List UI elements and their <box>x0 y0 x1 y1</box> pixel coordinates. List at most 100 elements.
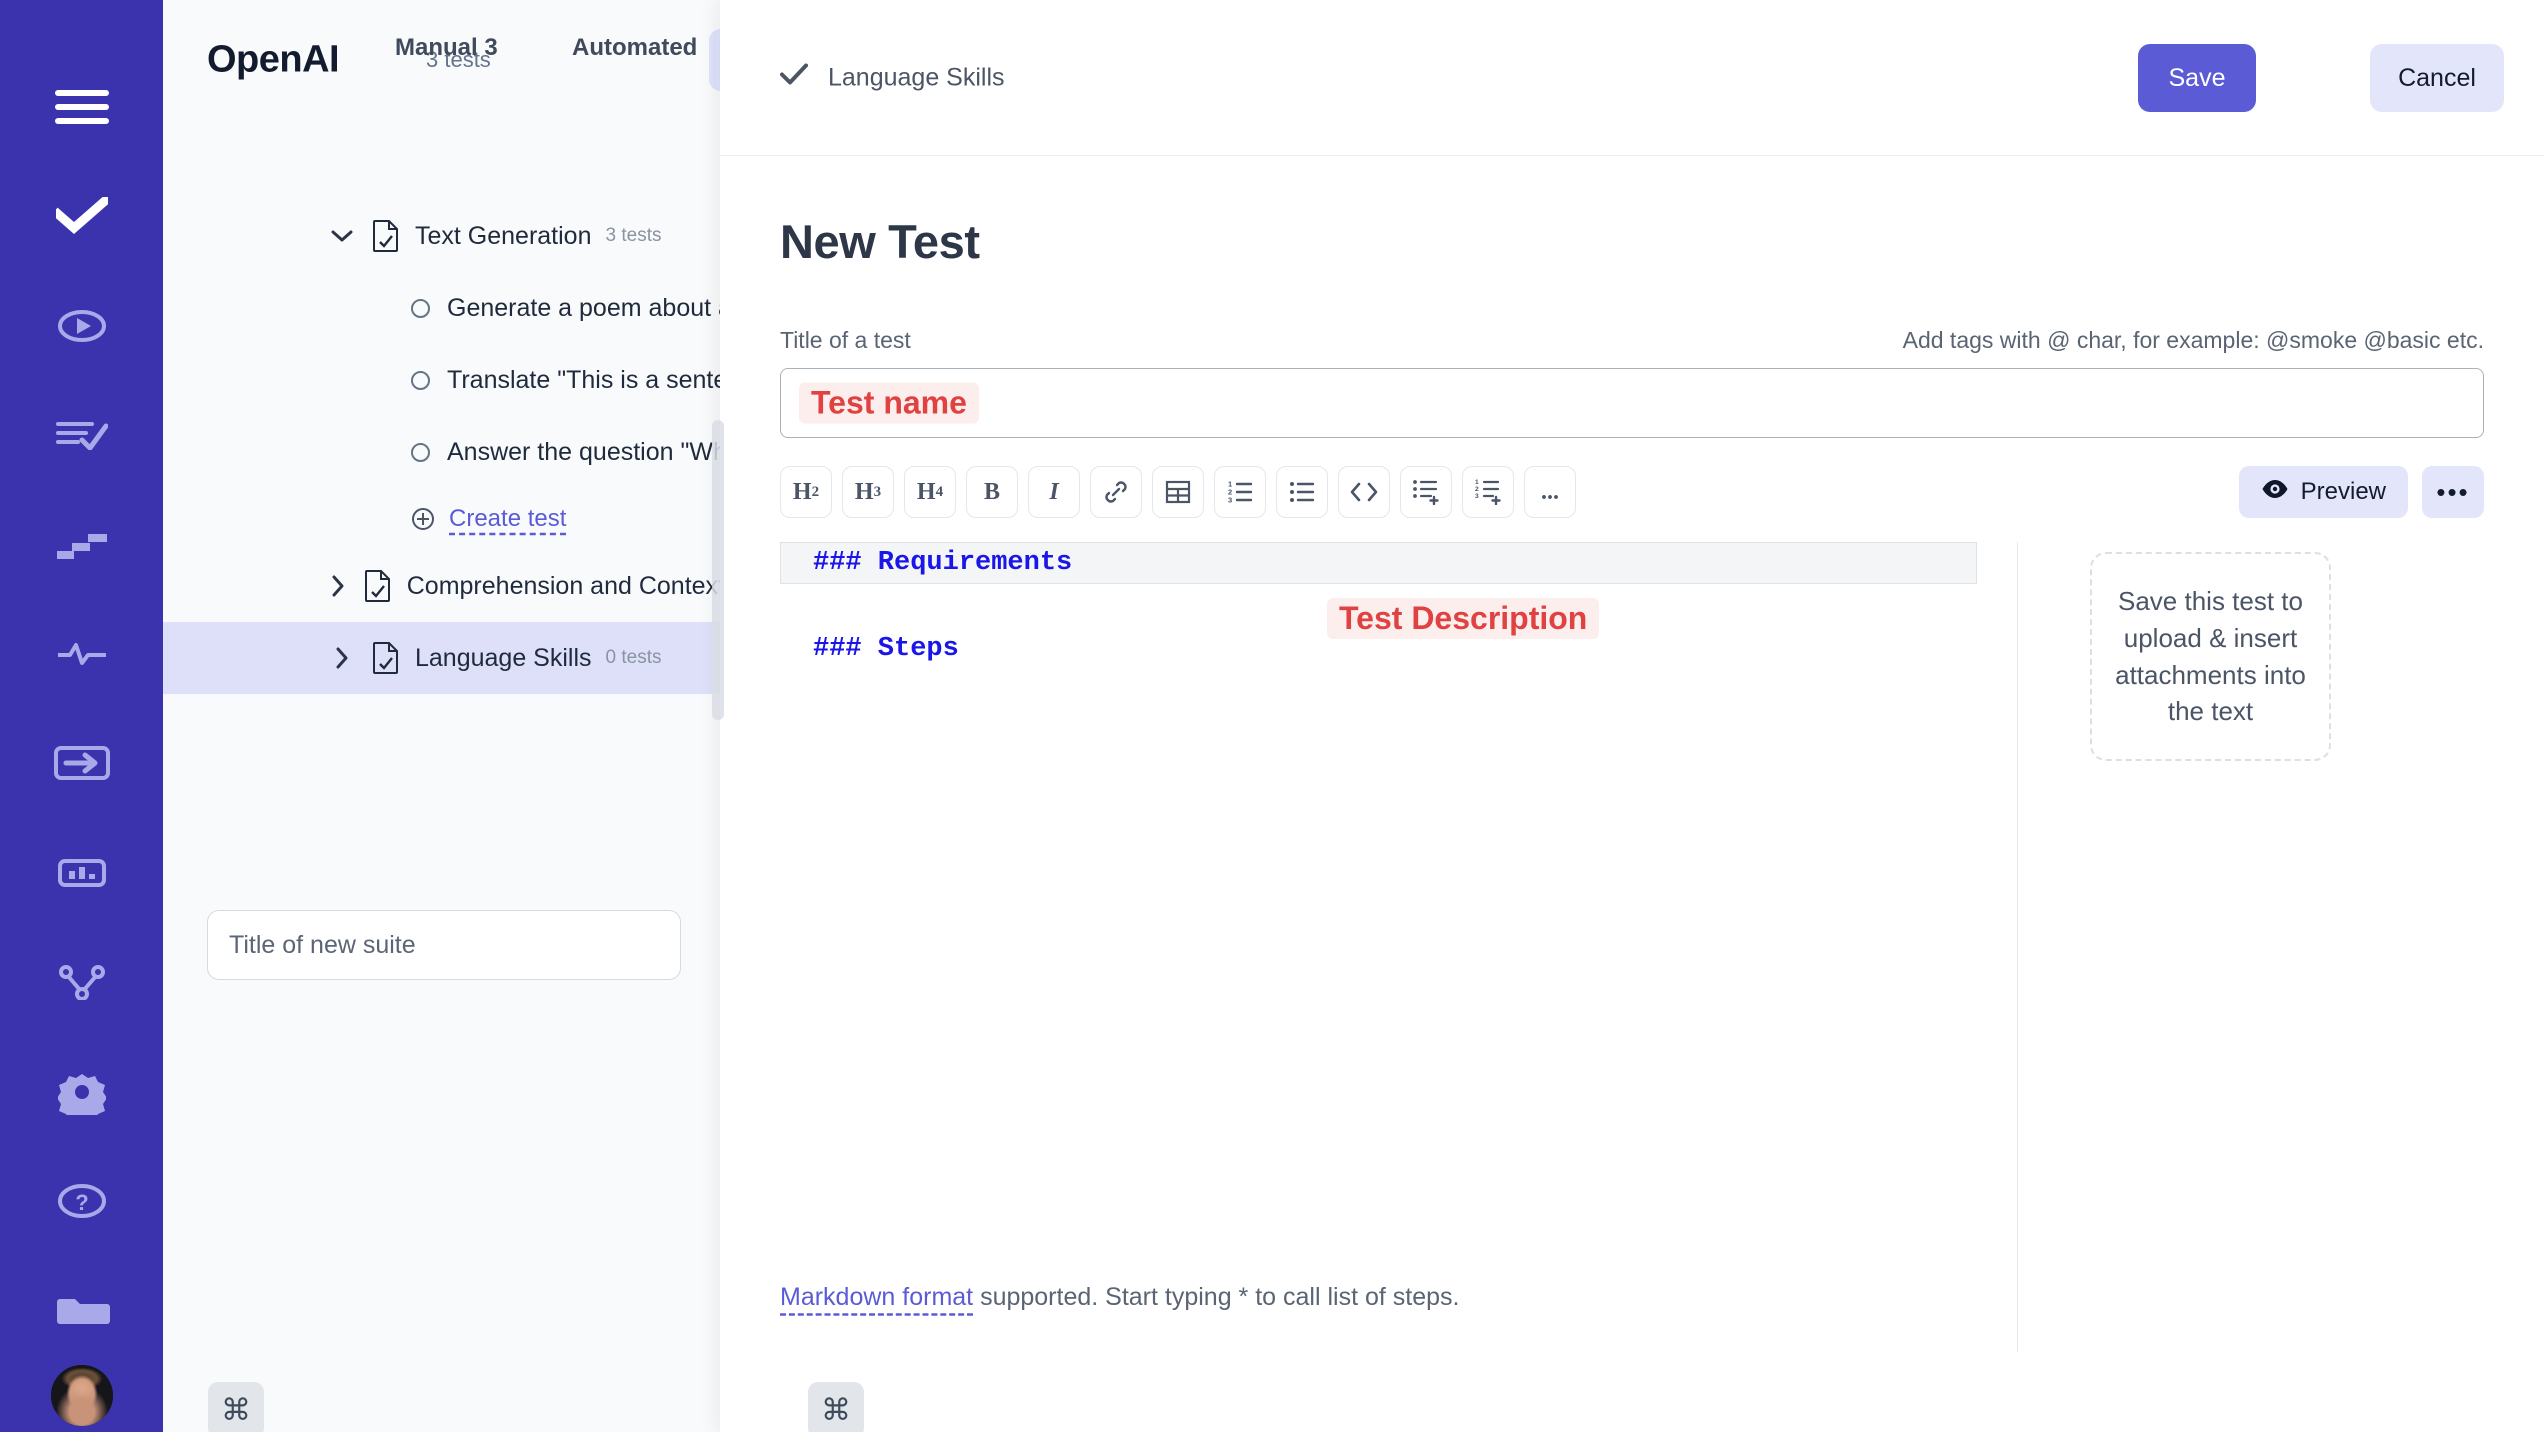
chart-icon[interactable] <box>0 818 163 927</box>
suite-file-icon <box>373 220 399 252</box>
app-root: ? OpenAI 3 tests [Esc] Manu <box>0 0 2544 1432</box>
tab-manual[interactable]: Manual 3 <box>395 34 498 62</box>
user-avatar[interactable] <box>51 1365 113 1426</box>
new-suite-field-wrap <box>163 910 725 980</box>
markdown-footer-rest: supported. Start typing * to call list o… <box>973 1283 1459 1311</box>
test-row[interactable]: Translate "This is a sentence <box>163 344 725 416</box>
plus-circle-icon <box>411 507 435 531</box>
import-icon[interactable] <box>0 709 163 818</box>
bold-button[interactable]: B <box>966 466 1018 518</box>
command-key-badge-editor: ⌘ <box>808 1382 864 1432</box>
suite-title: Text Generation <box>415 222 592 251</box>
test-status-icon <box>411 443 430 462</box>
table-icon[interactable] <box>1152 466 1204 518</box>
create-test-label: Create test <box>449 505 566 533</box>
suite-file-icon <box>373 642 399 674</box>
markdown-footer-hint: Markdown format supported. Start typing … <box>780 1283 1459 1312</box>
play-circle-icon[interactable] <box>0 271 163 380</box>
test-row[interactable]: Generate a poem about a cat <box>163 272 725 344</box>
code-icon[interactable] <box>1338 466 1390 518</box>
tab-automated[interactable]: Automated <box>572 34 697 62</box>
svg-text:3: 3 <box>1228 496 1232 505</box>
suite-title: Comprehension and Context <box>407 572 725 601</box>
project-title: OpenAI <box>207 39 339 82</box>
tab-automated-label: Automated <box>572 34 697 61</box>
editor-toolbar: H2 H3 H4 B I 123 <box>780 466 2484 518</box>
test-title-input[interactable]: Test name <box>780 368 2484 438</box>
svg-text:3: 3 <box>1475 493 1479 500</box>
test-status-icon <box>411 299 430 318</box>
test-status-icon <box>411 371 430 390</box>
annotation-test-description: Test Description <box>1327 598 1599 639</box>
gear-icon[interactable] <box>0 1037 163 1146</box>
primary-nav-rail: ? <box>0 0 163 1432</box>
drawer-body: New Test Title of a test Add tags with @… <box>720 214 2544 1352</box>
italic-button[interactable]: I <box>1028 466 1080 518</box>
chevron-right-icon[interactable] <box>329 647 355 669</box>
attachments-hint: Save this test to upload & insert attach… <box>2110 583 2311 731</box>
editor-more-button[interactable]: ••• <box>2422 466 2484 518</box>
suite-title: Language Skills <box>415 644 592 673</box>
suite-tree: Text Generation 3 tests Generate a poem … <box>163 200 725 694</box>
preview-button[interactable]: Preview <box>2239 466 2408 518</box>
suite-row-text-generation[interactable]: Text Generation 3 tests <box>163 200 725 272</box>
suite-file-icon <box>365 570 391 602</box>
title-field-labels: Title of a test Add tags with @ char, fo… <box>780 327 2484 354</box>
add-ordered-list-icon[interactable]: 123 <box>1462 466 1514 518</box>
toolbar-more-button[interactable]: ... <box>1524 466 1576 518</box>
attachments-dropzone[interactable]: Save this test to upload & insert attach… <box>2090 552 2331 761</box>
checklist-icon[interactable] <box>0 380 163 489</box>
cancel-button[interactable]: Cancel <box>2370 44 2504 112</box>
breadcrumb: Language Skills <box>780 64 1005 93</box>
eye-icon <box>2261 478 2289 506</box>
check-icon[interactable] <box>0 161 163 270</box>
bullet-list-icon[interactable] <box>1276 466 1328 518</box>
add-bullet-list-icon[interactable] <box>1400 466 1452 518</box>
test-row[interactable]: Answer the question "What i <box>163 416 725 488</box>
menu-icon[interactable] <box>0 52 163 161</box>
breadcrumb-label: Language Skills <box>828 64 1005 93</box>
help-icon[interactable]: ? <box>0 1147 163 1256</box>
suite-test-count: 0 tests <box>606 647 662 669</box>
heading-4-button[interactable]: H4 <box>904 466 956 518</box>
heading-3-button[interactable]: H3 <box>842 466 894 518</box>
drawer-header: Language Skills Save Cancel <box>720 0 2544 156</box>
test-title: Answer the question "What i <box>447 438 725 467</box>
svg-text:?: ? <box>75 1190 88 1215</box>
command-key-badge: ⌘ <box>208 1382 264 1432</box>
chevron-right-icon[interactable] <box>329 575 347 597</box>
markdown-editor[interactable]: ### Requirements ### Steps Test Descript… <box>780 542 2018 1352</box>
test-title: Generate a poem about a cat <box>447 294 725 323</box>
tab-manual-label: Manual <box>395 34 478 61</box>
test-list-pane: OpenAI 3 tests [Esc] Manual 3 Automated <box>163 0 725 1432</box>
new-test-drawer: Language Skills Save Cancel New Test Tit… <box>720 0 2544 1432</box>
create-test-button[interactable]: Create test <box>163 488 725 550</box>
heading-2-button[interactable]: H2 <box>780 466 832 518</box>
tab-manual-count: 3 <box>484 34 497 61</box>
ordered-list-icon[interactable]: 123 <box>1214 466 1266 518</box>
editor-area: ### Requirements ### Steps Test Descript… <box>780 542 2484 1352</box>
activity-icon[interactable] <box>0 599 163 708</box>
editor-line[interactable]: ### Requirements <box>780 542 1977 584</box>
title-field-label: Title of a test <box>780 327 911 354</box>
new-suite-input[interactable] <box>207 910 681 980</box>
page-title: New Test <box>780 214 2484 269</box>
tags-hint: Add tags with @ char, for example: @smok… <box>1903 327 2484 354</box>
chevron-down-icon[interactable] <box>329 229 355 243</box>
link-icon[interactable] <box>1090 466 1142 518</box>
preview-label: Preview <box>2301 478 2386 506</box>
svg-text:2: 2 <box>1475 486 1479 493</box>
suite-row-language-skills[interactable]: Language Skills 0 tests <box>163 622 725 694</box>
annotation-test-name: Test name <box>799 383 979 424</box>
folder-icon[interactable] <box>0 1256 163 1365</box>
test-title: Translate "This is a sentence <box>447 366 725 395</box>
svg-text:1: 1 <box>1475 479 1479 486</box>
check-icon <box>780 64 808 93</box>
markdown-format-link[interactable]: Markdown format <box>780 1283 973 1311</box>
editor-toolbar-right: Preview ••• <box>2239 466 2484 518</box>
save-button[interactable]: Save <box>2138 44 2256 112</box>
steps-icon[interactable] <box>0 490 163 599</box>
branch-icon[interactable] <box>0 928 163 1037</box>
suite-test-count: 3 tests <box>606 225 662 247</box>
suite-row-comprehension-and-context[interactable]: Comprehension and Context <box>163 550 725 622</box>
